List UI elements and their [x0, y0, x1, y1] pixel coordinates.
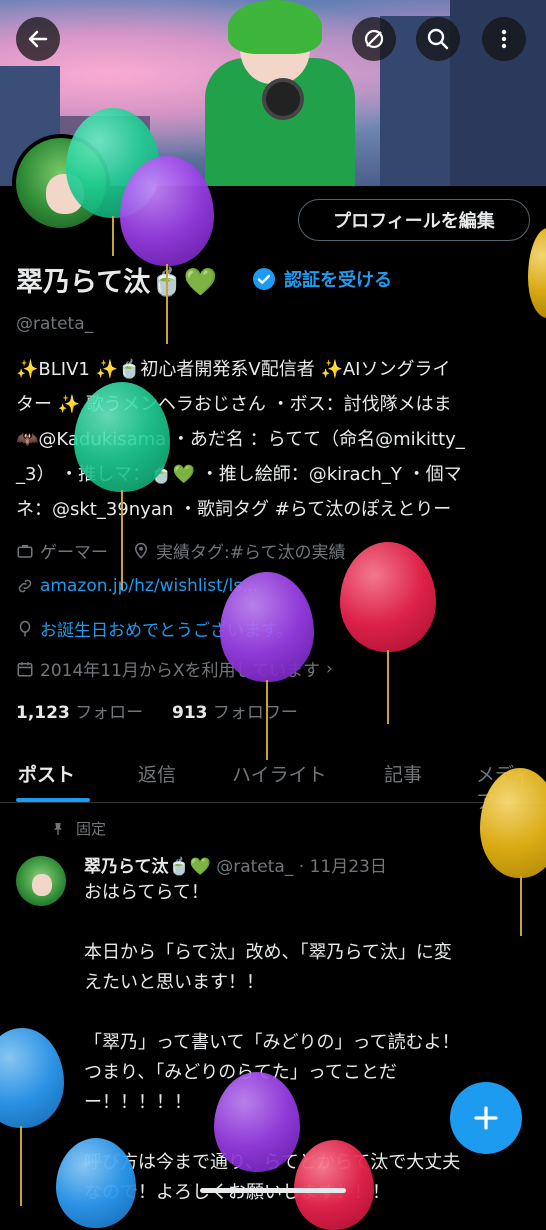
- pinned-indicator: 固定: [50, 818, 106, 839]
- more-vert-icon: [501, 29, 507, 49]
- post-line: えたいと思います！！: [84, 972, 264, 993]
- edit-profile-button[interactable]: プロフィールを編集: [298, 199, 530, 241]
- location: 実績タグ:#らて汰の実績: [156, 543, 346, 563]
- post-line: 「翠乃」って書いて「みどりの」って読むよ！: [84, 1032, 460, 1053]
- profile-meta-row-1: ゲーマー 実績タグ:#らて汰の実績: [16, 538, 345, 563]
- search-button[interactable]: [416, 17, 460, 61]
- post-line: つまり、「みどりのらてた」ってことだ: [84, 1062, 397, 1083]
- post-header: 翠乃らて汰🍵💚 @rateta_ · 11月23日: [84, 852, 387, 877]
- followers-count: 913: [172, 703, 208, 723]
- post-author-name[interactable]: 翠乃らて汰🍵💚: [84, 857, 211, 877]
- post-line: [84, 908, 524, 938]
- post-line: おはらてらて！: [84, 882, 209, 903]
- balloon-teal-2: [74, 382, 170, 592]
- pin-icon: [54, 822, 62, 835]
- balloon-purple: [120, 156, 214, 346]
- briefcase-icon: [17, 544, 33, 558]
- get-verified-label: 認証を受ける: [284, 270, 392, 291]
- plus-icon: [474, 1106, 498, 1130]
- handle: @rateta_: [16, 314, 94, 334]
- following-stat[interactable]: 1,123 フォロー: [16, 703, 143, 723]
- balloon-red: [340, 542, 436, 724]
- verified-badge-icon: [253, 268, 275, 290]
- following-label: フォロー: [75, 703, 144, 723]
- following-count: 1,123: [16, 703, 70, 723]
- calendar-icon: [17, 661, 33, 676]
- link-icon: [18, 579, 32, 593]
- post-date[interactable]: · 11月23日: [299, 857, 387, 877]
- tab-replies[interactable]: 返信: [138, 760, 176, 787]
- active-tab-indicator: [16, 798, 90, 802]
- get-verified-link[interactable]: 認証を受ける: [252, 266, 392, 292]
- post-line: [84, 998, 524, 1028]
- tab-highlights[interactable]: ハイライト: [232, 760, 327, 787]
- back-button[interactable]: [16, 17, 60, 61]
- more-button[interactable]: [482, 17, 526, 61]
- balloon-blue: [0, 1028, 64, 1206]
- post-avatar[interactable]: [16, 856, 66, 906]
- compose-post-button[interactable]: [450, 1082, 522, 1154]
- tab-posts[interactable]: ポスト: [18, 760, 75, 787]
- tab-articles[interactable]: 記事: [384, 760, 422, 787]
- chevron-right-icon: ›: [326, 658, 333, 679]
- notifications-off-button[interactable]: [352, 17, 396, 61]
- balloon-purple-2: [220, 572, 314, 760]
- post-author-handle: @rateta_: [216, 857, 294, 877]
- balloon-yellow: [480, 768, 546, 938]
- post-line: 本日から「らて汰」改め、「翠乃らて汰」に変: [84, 942, 452, 963]
- pinned-label: 固定: [76, 820, 107, 838]
- balloon-blue-2: [56, 1138, 136, 1228]
- balloon-purple-3: [214, 1072, 300, 1200]
- balloon-yellow-2: [528, 228, 546, 338]
- home-indicator: [200, 1188, 346, 1193]
- search-icon: [427, 28, 449, 50]
- back-arrow-icon: [28, 30, 48, 48]
- bell-off-icon: [364, 29, 384, 49]
- balloon-icon: [19, 620, 31, 636]
